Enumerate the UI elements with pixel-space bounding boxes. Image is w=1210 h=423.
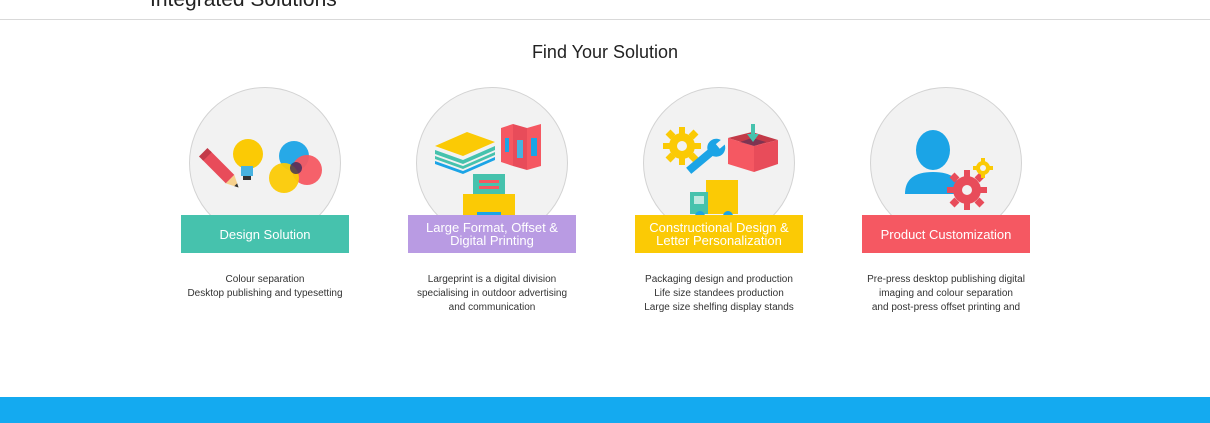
solution-card-printing[interactable]: Large Format, Offset & Digital Printing … (408, 87, 576, 317)
solution-card-construction[interactable]: Constructional Design & Letter Personali… (635, 87, 803, 317)
design-solution-button[interactable]: Design Solution (181, 215, 349, 253)
description-line: and communication (448, 302, 536, 313)
description-line: Largeprint is a digital division (427, 274, 557, 285)
solution-card-customization[interactable]: Product Customization Pre-press desktop … (862, 87, 1030, 317)
customization-solution-description: Pre-press desktop publishing digital ima… (842, 273, 1050, 315)
solution-card-design[interactable]: Design Solution Colour separation Deskto… (181, 87, 349, 317)
printing-solution-button[interactable]: Large Format, Offset & Digital Printing (408, 215, 576, 253)
construction-solution-button[interactable]: Constructional Design & Letter Personali… (635, 215, 803, 253)
design-solution-description: Colour separation Desktop publishing and… (161, 273, 369, 301)
section-heading: Find Your Solution (531, 42, 679, 62)
description-line: Desktop publishing and typesetting (187, 288, 343, 299)
construction-solution-description: Packaging design and production Life siz… (615, 273, 823, 315)
printing-solution-description: Largeprint is a digital division special… (388, 273, 596, 315)
footer-band (0, 397, 1210, 423)
description-line: Pre-press desktop publishing digital (867, 274, 1025, 285)
customization-solution-button[interactable]: Product Customization (862, 215, 1030, 253)
description-line: imaging and colour separation (879, 288, 1013, 299)
description-line: Life size standees production (654, 288, 784, 299)
description-line: specialising in outdoor advertising (416, 288, 568, 299)
description-line: Packaging design and production (645, 274, 793, 285)
top-header: Integrated Solutions (0, 0, 1210, 20)
description-line: Large size shelfing display stands (644, 302, 794, 313)
page-title: Integrated Solutions (150, 0, 337, 12)
description-line: and post-press offset printing and (871, 302, 1021, 313)
description-line: Colour separation (225, 274, 305, 285)
